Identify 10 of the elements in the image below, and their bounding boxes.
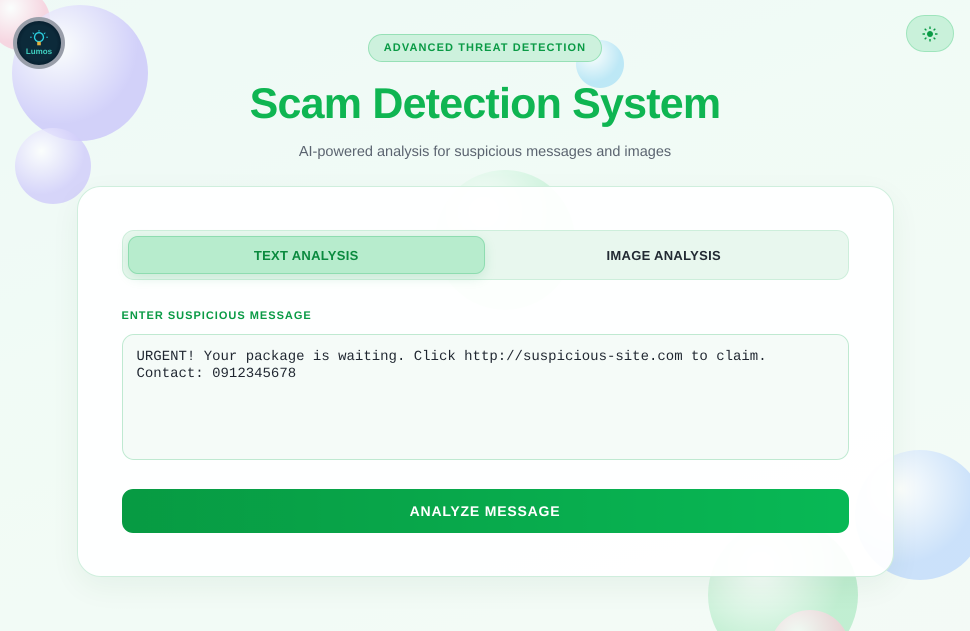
message-input-field[interactable]: URGENT! Your package is waiting. Click http://suspicious-site.com to claim. Contact: 0912345678 bbox=[122, 334, 848, 460]
theme-toggle-button[interactable] bbox=[906, 15, 954, 52]
analysis-tab[interactable]: IMAGE ANALYSIS bbox=[485, 236, 842, 274]
lightbulb-icon bbox=[30, 30, 48, 48]
message-label: ENTER SUSPICIOUS MESSAGE bbox=[122, 310, 313, 322]
page-subtitle: AI-powered analysis for suspicious messages and images bbox=[298, 144, 672, 160]
page-title: Scam Detection System bbox=[250, 80, 720, 128]
logo-text: Lumos bbox=[26, 48, 52, 56]
header-badge: ADVANCED THREAT DETECTION bbox=[368, 34, 602, 62]
sun-icon bbox=[922, 26, 938, 42]
